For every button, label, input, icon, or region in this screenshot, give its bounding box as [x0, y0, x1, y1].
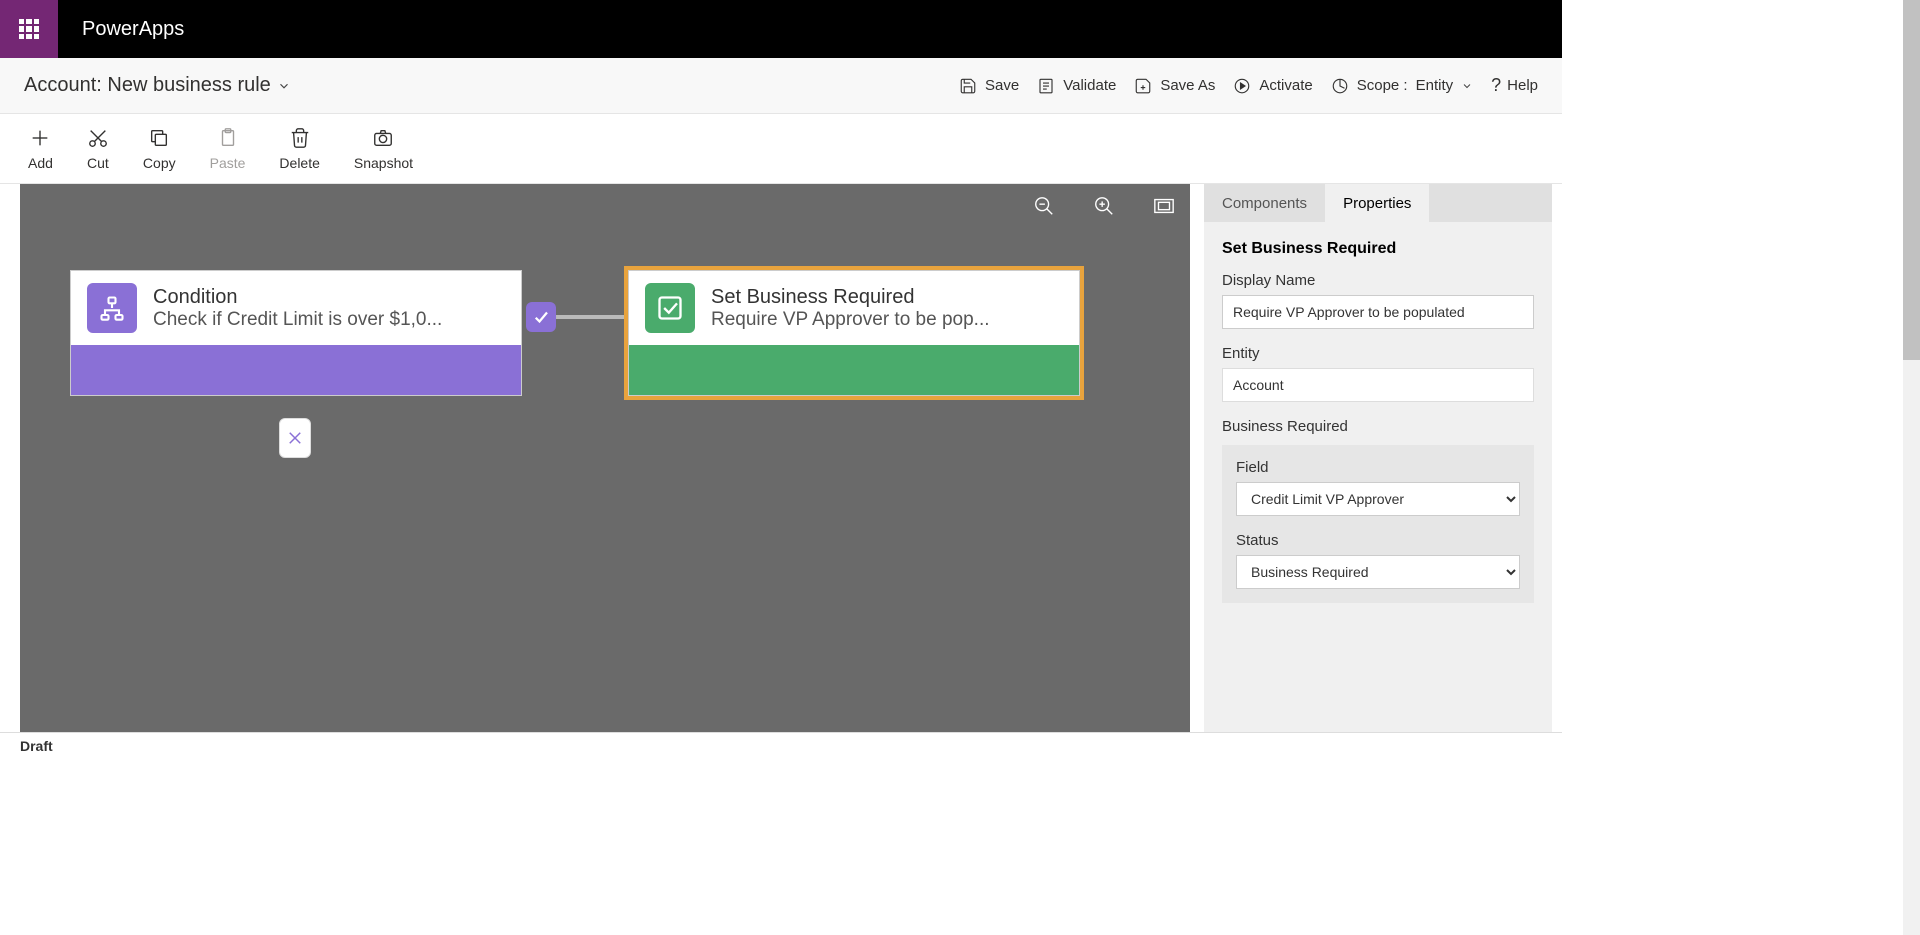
save-as-icon	[1134, 77, 1152, 95]
action-title: Set Business Required	[711, 286, 990, 309]
delete-button[interactable]: Delete	[279, 127, 319, 171]
properties-panel: Components Properties Set Business Requi…	[1204, 184, 1552, 732]
help-label: Help	[1507, 77, 1538, 94]
entity-label: Entity	[1222, 345, 1534, 362]
activate-icon	[1233, 77, 1251, 95]
status-bar: Draft	[0, 732, 1562, 758]
tab-components[interactable]: Components	[1204, 184, 1325, 222]
zoom-in-button[interactable]	[1092, 194, 1116, 218]
sub-header: Account: New business rule Save Validate	[0, 58, 1562, 114]
validate-icon	[1037, 77, 1055, 95]
zoom-out-button[interactable]	[1032, 194, 1056, 218]
snapshot-label: Snapshot	[354, 155, 413, 171]
field-select[interactable]: Credit Limit VP Approver	[1236, 482, 1520, 516]
display-name-label: Display Name	[1222, 272, 1534, 289]
delete-label: Delete	[279, 155, 319, 171]
paste-label: Paste	[210, 155, 246, 171]
fit-to-screen-button[interactable]	[1152, 194, 1176, 218]
status-label: Status	[1236, 532, 1520, 549]
action-node[interactable]: Set Business Required Require VP Approve…	[628, 270, 1080, 396]
condition-title: Condition	[153, 286, 442, 309]
checkbox-icon	[645, 283, 695, 333]
save-as-label: Save As	[1160, 77, 1215, 94]
copy-button[interactable]: Copy	[143, 127, 176, 171]
add-label: Add	[28, 155, 53, 171]
activate-label: Activate	[1259, 77, 1312, 94]
field-label: Field	[1236, 459, 1520, 476]
false-branch-connector[interactable]	[279, 418, 311, 458]
page-title: Account: New business rule	[24, 74, 271, 97]
status-select[interactable]: Business Required	[1236, 555, 1520, 589]
save-as-button[interactable]: Save As	[1134, 77, 1215, 95]
cut-label: Cut	[87, 155, 109, 171]
activate-button[interactable]: Activate	[1233, 77, 1312, 95]
condition-subtitle: Check if Credit Limit is over $1,0...	[153, 309, 442, 331]
paste-button[interactable]: Paste	[210, 127, 246, 171]
plus-icon	[29, 127, 51, 149]
save-button[interactable]: Save	[959, 77, 1019, 95]
connector-line	[556, 315, 630, 319]
chevron-down-icon[interactable]	[277, 79, 291, 93]
help-icon: ?	[1491, 75, 1501, 96]
top-bar: PowerApps	[0, 0, 1562, 58]
tab-properties[interactable]: Properties	[1325, 184, 1429, 222]
toolbar: Add Cut Copy Paste Delete Snapshot	[0, 114, 1562, 184]
app-launcher-button[interactable]	[0, 0, 58, 58]
paste-icon	[217, 127, 239, 149]
vertical-scrollbar[interactable]	[1903, 0, 1920, 935]
validate-label: Validate	[1063, 77, 1116, 94]
save-icon	[959, 77, 977, 95]
entity-value: Account	[1222, 368, 1534, 402]
scope-label: Scope :	[1357, 77, 1408, 94]
cut-icon	[87, 127, 109, 149]
add-button[interactable]: Add	[28, 127, 53, 171]
status-text: Draft	[20, 738, 53, 754]
trash-icon	[289, 127, 311, 149]
copy-icon	[148, 127, 170, 149]
cut-button[interactable]: Cut	[87, 127, 109, 171]
true-branch-connector[interactable]	[526, 302, 556, 332]
condition-icon	[87, 283, 137, 333]
help-button[interactable]: ? Help	[1491, 75, 1538, 96]
tab-spacer	[1429, 184, 1552, 222]
camera-icon	[372, 127, 394, 149]
action-subtitle: Require VP Approver to be pop...	[711, 309, 990, 331]
scope-icon	[1331, 77, 1349, 95]
scope-value: Entity	[1416, 77, 1454, 94]
app-name: PowerApps	[58, 18, 208, 41]
chevron-down-icon	[1461, 80, 1473, 92]
panel-section-title: Set Business Required	[1222, 240, 1534, 258]
display-name-input[interactable]	[1222, 295, 1534, 329]
designer-canvas[interactable]: Condition Check if Credit Limit is over …	[20, 184, 1190, 732]
validate-button[interactable]: Validate	[1037, 77, 1116, 95]
business-required-label: Business Required	[1222, 418, 1534, 435]
scope-dropdown[interactable]: Scope : Entity	[1331, 77, 1473, 95]
copy-label: Copy	[143, 155, 176, 171]
condition-node[interactable]: Condition Check if Credit Limit is over …	[70, 270, 522, 396]
snapshot-button[interactable]: Snapshot	[354, 127, 413, 171]
waffle-icon	[19, 19, 39, 39]
save-label: Save	[985, 77, 1019, 94]
scrollbar-thumb[interactable]	[1903, 0, 1920, 360]
